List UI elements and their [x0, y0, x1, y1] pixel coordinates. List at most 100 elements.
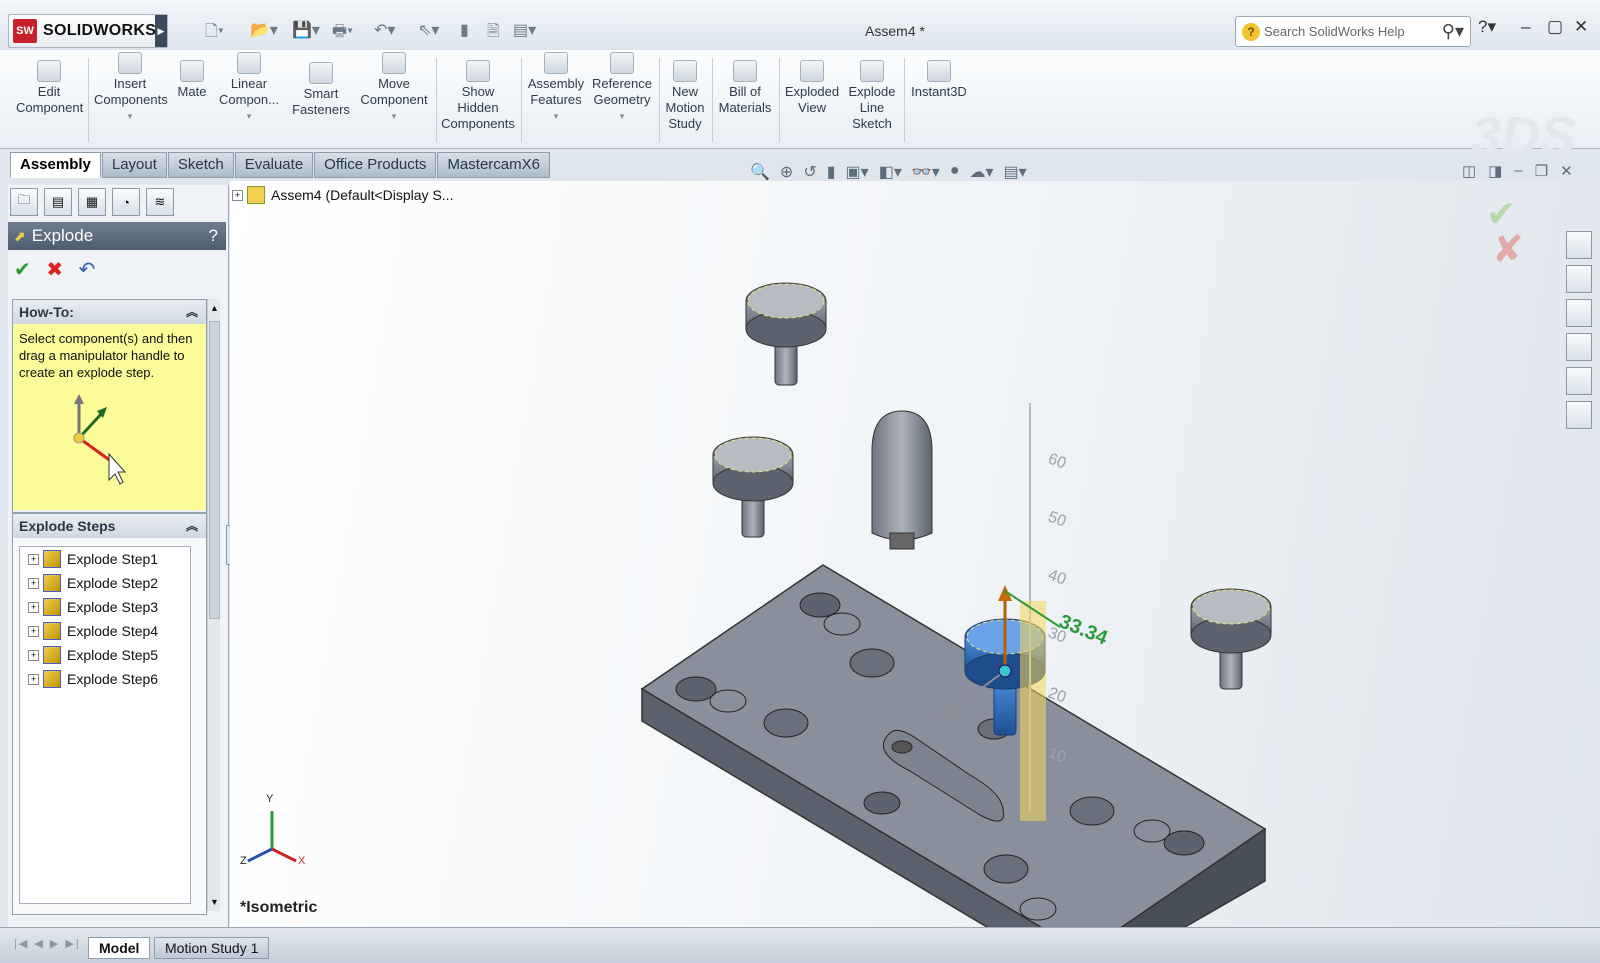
tab-evaluate[interactable]: Evaluate [234, 152, 314, 178]
help-icon[interactable]: ? [209, 222, 218, 250]
motion-study-icon [673, 60, 697, 82]
expand-icon[interactable]: + [28, 577, 39, 589]
viewport-minimize-icon[interactable]: – [1514, 162, 1522, 180]
cam-manager-tab-icon[interactable]: ≋ [146, 188, 174, 216]
assembly-features-dropdown-icon[interactable]: ▾ [526, 108, 586, 124]
explode-step-icon [43, 598, 61, 616]
tab-layout[interactable]: Layout [101, 152, 167, 178]
instant3d-button[interactable]: Instant3D [908, 60, 970, 100]
fastener-part[interactable] [712, 436, 794, 538]
help-icon[interactable]: ?▾ [1478, 17, 1496, 37]
explode-steps-section: Explode Steps ︽ + Explode Step1 + Explode … [12, 513, 207, 915]
linear-component-pattern-button[interactable]: Linear Compon... ▾ [216, 52, 282, 124]
base-plate[interactable] [640, 564, 1267, 927]
smart-fasteners-button[interactable]: Smart Fasteners [290, 62, 352, 118]
reference-geometry-button[interactable]: Reference Geometry ▾ [590, 52, 654, 124]
list-item[interactable]: + Explode Step5 [20, 643, 190, 667]
undo-icon[interactable]: ↶ [79, 259, 96, 281]
cancel-x-icon[interactable]: ✖ [46, 259, 63, 281]
explode-steps-header[interactable]: Explode Steps ︽ [13, 514, 206, 538]
split-view-icon[interactable]: ◫ [1462, 162, 1476, 180]
panel-scrollbar[interactable]: ▲ ▼ [207, 299, 220, 911]
assembly-features-icon [544, 52, 568, 74]
apply-scene-icon[interactable]: ☁▾ [969, 162, 993, 182]
tab-model[interactable]: Model [88, 937, 151, 959]
viewport-window-controls: ◫ ◨ – ❐ ✕ [1462, 162, 1573, 180]
bill-of-materials-button[interactable]: Bill of Materials [716, 60, 774, 116]
list-item[interactable]: + Explode Step1 [20, 547, 190, 571]
exploded-view-button[interactable]: Exploded View [784, 60, 840, 116]
tab-motion-study-1[interactable]: Motion Study 1 [154, 937, 270, 959]
linear-pattern-dropdown-icon[interactable]: ▾ [216, 108, 282, 124]
explode-line-sketch-button[interactable]: Explode Line Sketch [846, 60, 898, 132]
new-motion-study-label-3: Study [668, 116, 702, 131]
list-item[interactable]: + Explode Step3 [20, 595, 190, 619]
model-canvas[interactable] [230, 181, 1600, 927]
new-motion-study-button[interactable]: New Motion Study [664, 60, 706, 132]
scroll-up-icon[interactable]: ▲ [210, 303, 219, 313]
scroll-down-icon[interactable]: ▼ [210, 897, 219, 907]
zoom-to-fit-icon[interactable]: 🔍 [750, 162, 770, 182]
tab-scroll-arrows-icon[interactable]: |◀ ◀ ▶ ▶| [14, 937, 81, 950]
collapse-chevron-icon[interactable]: ︽ [186, 514, 198, 538]
edit-appearance-icon[interactable]: ● [950, 162, 960, 182]
list-item[interactable]: + Explode Step4 [20, 619, 190, 643]
hide-show-items-icon[interactable]: 👓▾ [912, 162, 940, 182]
move-component-button[interactable]: Move Component ▾ [358, 52, 430, 124]
insert-components-button[interactable]: Insert Components ▾ [94, 52, 168, 124]
expand-icon[interactable]: + [28, 649, 39, 661]
tab-mastercamx6[interactable]: MastercamX6 [437, 152, 550, 178]
explode-step-icon [43, 670, 61, 688]
expand-icon[interactable]: + [28, 553, 39, 565]
maximize-icon[interactable]: ▢ [1547, 17, 1563, 37]
exploded-view-label-1: Exploded [784, 84, 840, 99]
dowel-pin-part[interactable] [871, 410, 933, 550]
view-orientation-icon[interactable]: ▣▾ [846, 162, 869, 182]
linear-pattern-label-2: Compon... [219, 92, 279, 107]
move-component-dropdown-icon[interactable]: ▾ [358, 108, 430, 124]
mate-button[interactable]: Mate [174, 60, 210, 100]
drag-ruler[interactable] [1020, 403, 1046, 821]
graphics-area[interactable]: + Assem4 (Default<Display S... ✔ ✘ 60 50… [230, 181, 1600, 927]
show-hidden-label-3: Components [441, 116, 515, 131]
expand-icon[interactable]: + [28, 625, 39, 637]
scrollbar-thumb[interactable] [209, 321, 220, 619]
help-search-field[interactable]: ? Search SolidWorks Help ⚲▾ [1235, 16, 1471, 47]
tab-office-products[interactable]: Office Products [314, 152, 437, 178]
tile-view-icon[interactable]: ◨ [1488, 162, 1502, 180]
list-item[interactable]: + Explode Step2 [20, 571, 190, 595]
list-item[interactable]: + Explode Step6 [20, 667, 190, 691]
fastener-part[interactable] [745, 282, 827, 386]
command-manager-tabs: Assembly Layout Sketch Evaluate Office P… [10, 152, 551, 180]
ribbon-separator [521, 58, 522, 142]
assembly-features-label-2: Features [530, 92, 582, 107]
property-manager-tab-icon[interactable]: ▤ [44, 188, 72, 216]
howto-header[interactable]: How-To: ︽ [13, 300, 206, 324]
tab-sketch[interactable]: Sketch [167, 152, 234, 178]
show-hidden-label-1: Show [461, 84, 495, 99]
feature-manager-tab-icon[interactable]: 🗀 [10, 188, 38, 216]
fastener-part[interactable] [1190, 588, 1272, 690]
search-icon[interactable]: ⚲▾ [1442, 21, 1464, 42]
insert-components-dropdown-icon[interactable]: ▾ [94, 108, 166, 124]
minimize-icon[interactable]: – [1521, 17, 1530, 37]
close-icon[interactable]: ✕ [1574, 17, 1588, 37]
show-hidden-components-button[interactable]: Show Hidden Components [440, 60, 516, 132]
section-view-icon[interactable]: ▮ [827, 162, 836, 182]
display-style-icon[interactable]: ◧▾ [879, 162, 902, 182]
expand-icon[interactable]: + [28, 673, 39, 685]
view-settings-icon[interactable]: ▤▾ [1004, 162, 1027, 182]
ok-check-icon[interactable]: ✔ [14, 259, 31, 281]
assembly-features-button[interactable]: Assembly Features ▾ [526, 52, 586, 124]
edit-component-button[interactable]: Edit Component [16, 60, 83, 116]
zoom-to-area-icon[interactable]: ⊕ [780, 162, 793, 182]
previous-view-icon[interactable]: ↺ [803, 162, 816, 182]
display-manager-tab-icon[interactable]: ◔ [112, 188, 140, 216]
reference-geometry-dropdown-icon[interactable]: ▾ [590, 108, 654, 124]
collapse-chevron-icon[interactable]: ︽ [186, 300, 198, 324]
viewport-restore-icon[interactable]: ❐ [1535, 162, 1548, 180]
viewport-close-icon[interactable]: ✕ [1560, 162, 1573, 180]
configuration-manager-tab-icon[interactable]: ▦ [78, 188, 106, 216]
expand-icon[interactable]: + [28, 601, 39, 613]
tab-assembly[interactable]: Assembly [10, 152, 101, 178]
